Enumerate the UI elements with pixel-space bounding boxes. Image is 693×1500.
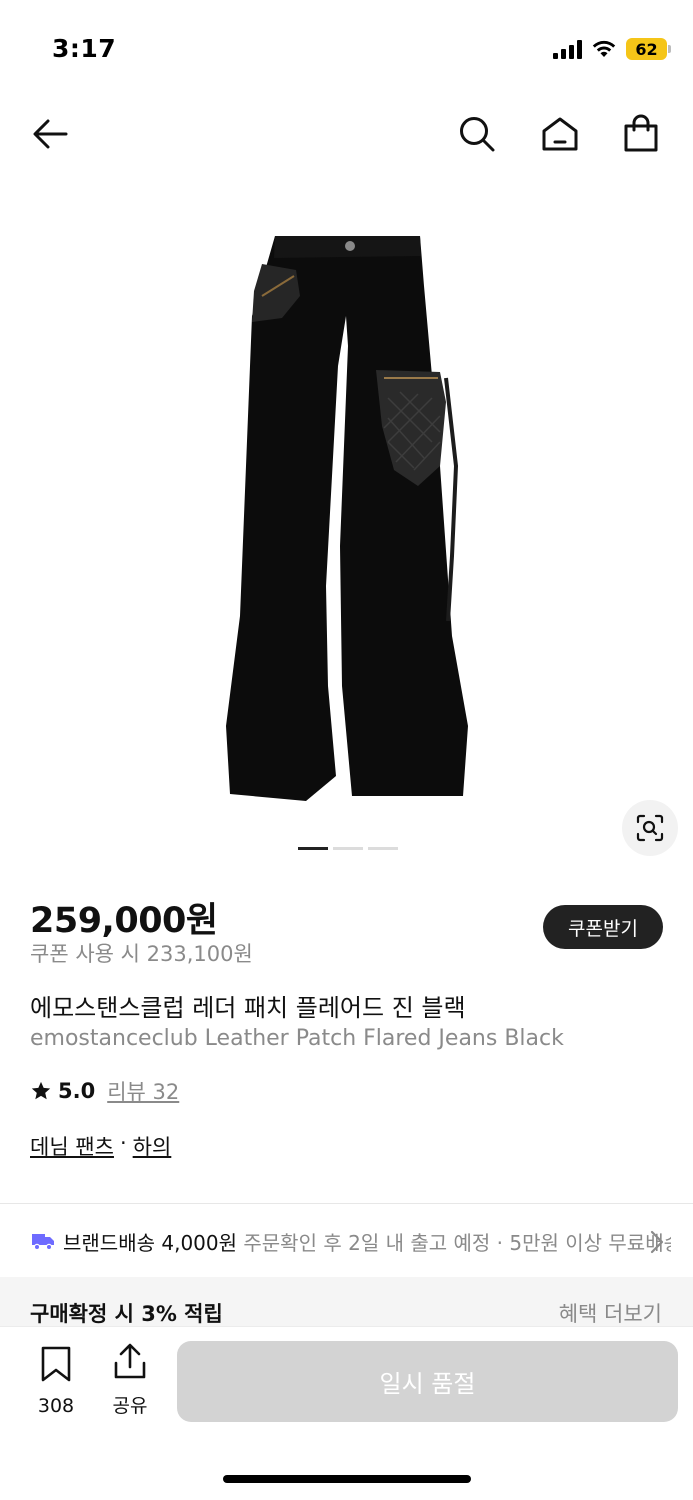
search-button[interactable] [455,112,499,156]
product-image [226,236,468,801]
star-icon [31,1081,51,1100]
coupon-price: 쿠폰 사용 시 233,100원 [30,942,253,966]
parent-category-link[interactable]: 하의 [133,1131,172,1161]
bookmark-icon [41,1346,71,1382]
back-arrow-icon [33,119,68,149]
share-label: 공유 [112,1395,148,1417]
home-button[interactable] [538,112,582,156]
back-button[interactable] [28,112,72,156]
image-search-icon [636,814,664,842]
breadcrumb-separator: · [119,1131,127,1155]
benefit-title: 구매확정 시 3% 적립 [30,1302,223,1326]
search-icon [460,117,495,152]
image-pager [298,847,398,850]
bookmark-count: 308 [37,1395,75,1417]
category-link[interactable]: 데님 팬츠 [30,1131,114,1161]
sold-out-button[interactable]: 일시 품절 [177,1341,678,1422]
shipping-fee: 브랜드배송 4,000원 [63,1230,238,1255]
signal-icon [553,39,582,59]
truck-icon [32,1234,54,1251]
home-icon [542,117,578,151]
product-price: 259,000원 [30,901,218,941]
share-icon [114,1343,146,1379]
top-nav-bar [0,100,693,166]
chevron-right-icon [650,1230,664,1254]
shopping-bag-icon [624,114,658,152]
rating-row: 5.0 리뷰 32 [30,1076,179,1106]
battery-indicator: 62 [626,38,671,60]
shipping-info-row[interactable]: 브랜드배송 4,000원 주문확인 후 2일 내 출고 예정 · 5만원 이상 … [0,1205,693,1277]
product-name-english: emostanceclub Leather Patch Flared Jeans… [30,1026,564,1051]
shipping-text: 브랜드배송 4,000원 주문확인 후 2일 내 출고 예정 · 5만원 이상 … [63,1227,671,1256]
status-time: 3:17 [52,34,117,63]
get-coupon-button[interactable]: 쿠폰받기 [543,905,663,949]
image-search-button[interactable] [622,800,678,856]
breadcrumb: 데님 팬츠 · 하의 [30,1131,171,1161]
shipping-detail: 주문확인 후 2일 내 출고 예정 · 5만원 이상 무료배송 [243,1230,671,1255]
review-link[interactable]: 리뷰 32 [107,1076,179,1106]
status-bar: 3:17 62 [0,0,693,100]
home-indicator [223,1475,471,1483]
pager-dot [333,847,363,850]
pager-dot-active [298,847,328,850]
battery-level: 62 [635,39,658,59]
cart-button[interactable] [619,112,663,156]
wifi-icon [592,40,616,57]
section-divider [0,1203,693,1204]
benefit-more-link[interactable]: 혜택 더보기 [559,1298,662,1328]
rating-value: 5.0 [58,1079,96,1103]
product-image-carousel[interactable] [0,166,693,866]
bookmark-button[interactable]: 308 [30,1345,82,1417]
product-name-korean: 에모스탠스클럽 레더 패치 플레어드 진 블랙 [30,994,466,1022]
bottom-action-bar: 308 공유 일시 품절 [0,1327,693,1500]
share-button[interactable]: 공유 [104,1343,156,1418]
status-indicators: 62 [553,38,671,60]
pager-dot [368,847,398,850]
